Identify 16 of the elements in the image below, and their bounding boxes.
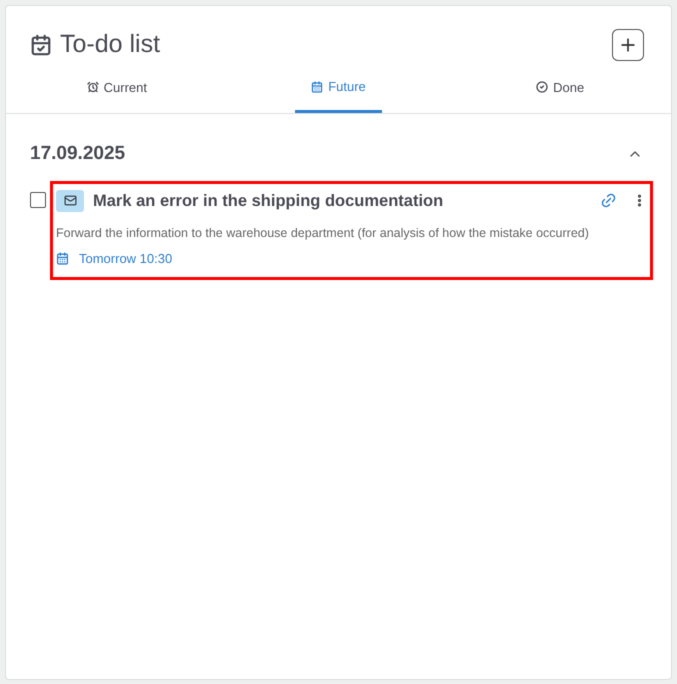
check-circle-icon [536, 81, 548, 94]
calendar-icon [56, 252, 69, 266]
task-description: Forward the information to the warehouse department (for analysis of how the mistake occurred) [56, 225, 590, 242]
checkbox[interactable] [30, 192, 46, 208]
date-heading: 17.09.2025 [30, 142, 126, 166]
task-card[interactable]: Mark an error in the shipping documentation Forward the information to the warehouse department (for analysis of how the mistake occurred) Tomorrow 10:30 [50, 180, 653, 280]
mail-icon [56, 190, 84, 212]
add-button[interactable] [612, 28, 644, 61]
tab[interactable]: Future [295, 72, 382, 113]
tab[interactable]: Done [520, 72, 600, 113]
window-title: To-do list [60, 29, 160, 60]
alarm-clock-icon [86, 81, 99, 94]
tab[interactable]: Current [70, 72, 164, 113]
task-title: Mark an error in the shipping documentation [93, 190, 444, 212]
calendar-icon [311, 80, 324, 93]
due-date: Tomorrow 10:30 [79, 250, 172, 268]
